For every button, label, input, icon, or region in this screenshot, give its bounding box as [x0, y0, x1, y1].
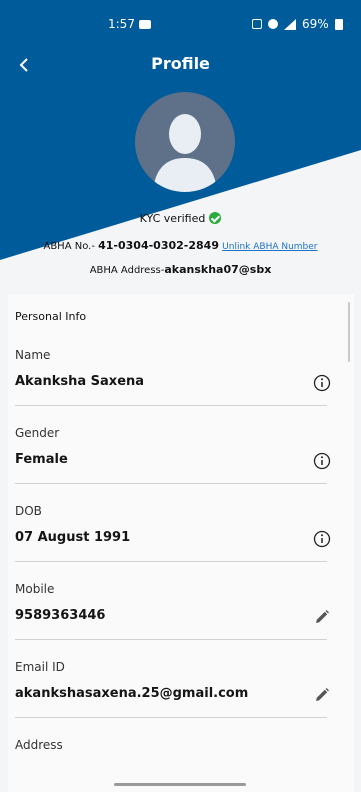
- field-mobile: Mobile 9589363446: [15, 582, 329, 640]
- field-value: Female: [15, 452, 68, 467]
- field-label: Gender: [15, 426, 60, 440]
- field-email: Email ID akankshasaxena.25@gmail.com: [15, 660, 329, 718]
- scrollbar[interactable]: [348, 302, 350, 362]
- status-bar: 1:57 69%: [0, 0, 361, 46]
- screenshot-icon: [252, 19, 262, 29]
- field-name: Name Akanksha Saxena: [15, 348, 331, 406]
- field-value: akankshasaxena.25@gmail.com: [15, 686, 249, 701]
- edit-icon[interactable]: [313, 686, 331, 704]
- battery-icon: [334, 18, 343, 30]
- section-title: Personal Info: [15, 310, 87, 323]
- field-label: Address: [15, 738, 63, 752]
- abha-number-row: ABHA No.- 41-0304-0302-2849 Unlink ABHA …: [0, 239, 361, 252]
- vibrate-icon: [268, 19, 278, 29]
- field-value: 07 August 1991: [15, 530, 131, 545]
- field-label: Email ID: [15, 660, 65, 674]
- status-time: 1:57: [108, 17, 135, 31]
- field-gender: Gender Female: [15, 426, 331, 484]
- abha-address-row: ABHA Address-akanskha07@sbx: [0, 263, 361, 276]
- signal-icon: [284, 18, 296, 30]
- field-label: Name: [15, 348, 51, 362]
- unlink-abha-link[interactable]: Unlink ABHA Number: [222, 242, 317, 252]
- field-value: Akanksha Saxena: [15, 374, 145, 389]
- field-label: DOB: [15, 504, 42, 518]
- abha-number-label: ABHA No.-: [43, 241, 95, 252]
- info-icon[interactable]: [313, 530, 331, 548]
- battery-percent: 69%: [302, 17, 329, 31]
- abha-number: 41-0304-0302-2849: [98, 239, 219, 252]
- info-icon[interactable]: [313, 374, 331, 392]
- check-circle-icon: [209, 212, 222, 224]
- edit-icon[interactable]: [313, 608, 331, 626]
- field-dob: DOB 07 August 1991: [15, 504, 331, 562]
- personal-info-card: Personal Info Name Akanksha Saxena Gende…: [8, 294, 354, 792]
- page-title: Profile: [151, 54, 210, 73]
- abha-address-label: ABHA Address-: [89, 265, 165, 276]
- kyc-text: KYC verified: [139, 212, 206, 225]
- gesture-navigation-bar[interactable]: [114, 783, 246, 786]
- abha-address: akanskha07@sbx: [164, 263, 272, 276]
- person-silhouette-icon: [153, 114, 217, 192]
- field-value: 9589363446: [15, 608, 106, 623]
- kyc-status: KYC verified: [0, 212, 361, 225]
- info-icon[interactable]: [313, 452, 331, 470]
- avatar[interactable]: [135, 92, 235, 192]
- field-label: Mobile: [15, 582, 55, 596]
- status-icons: 69%: [252, 17, 343, 31]
- message-icon: [139, 20, 151, 29]
- field-address: Address: [15, 738, 327, 778]
